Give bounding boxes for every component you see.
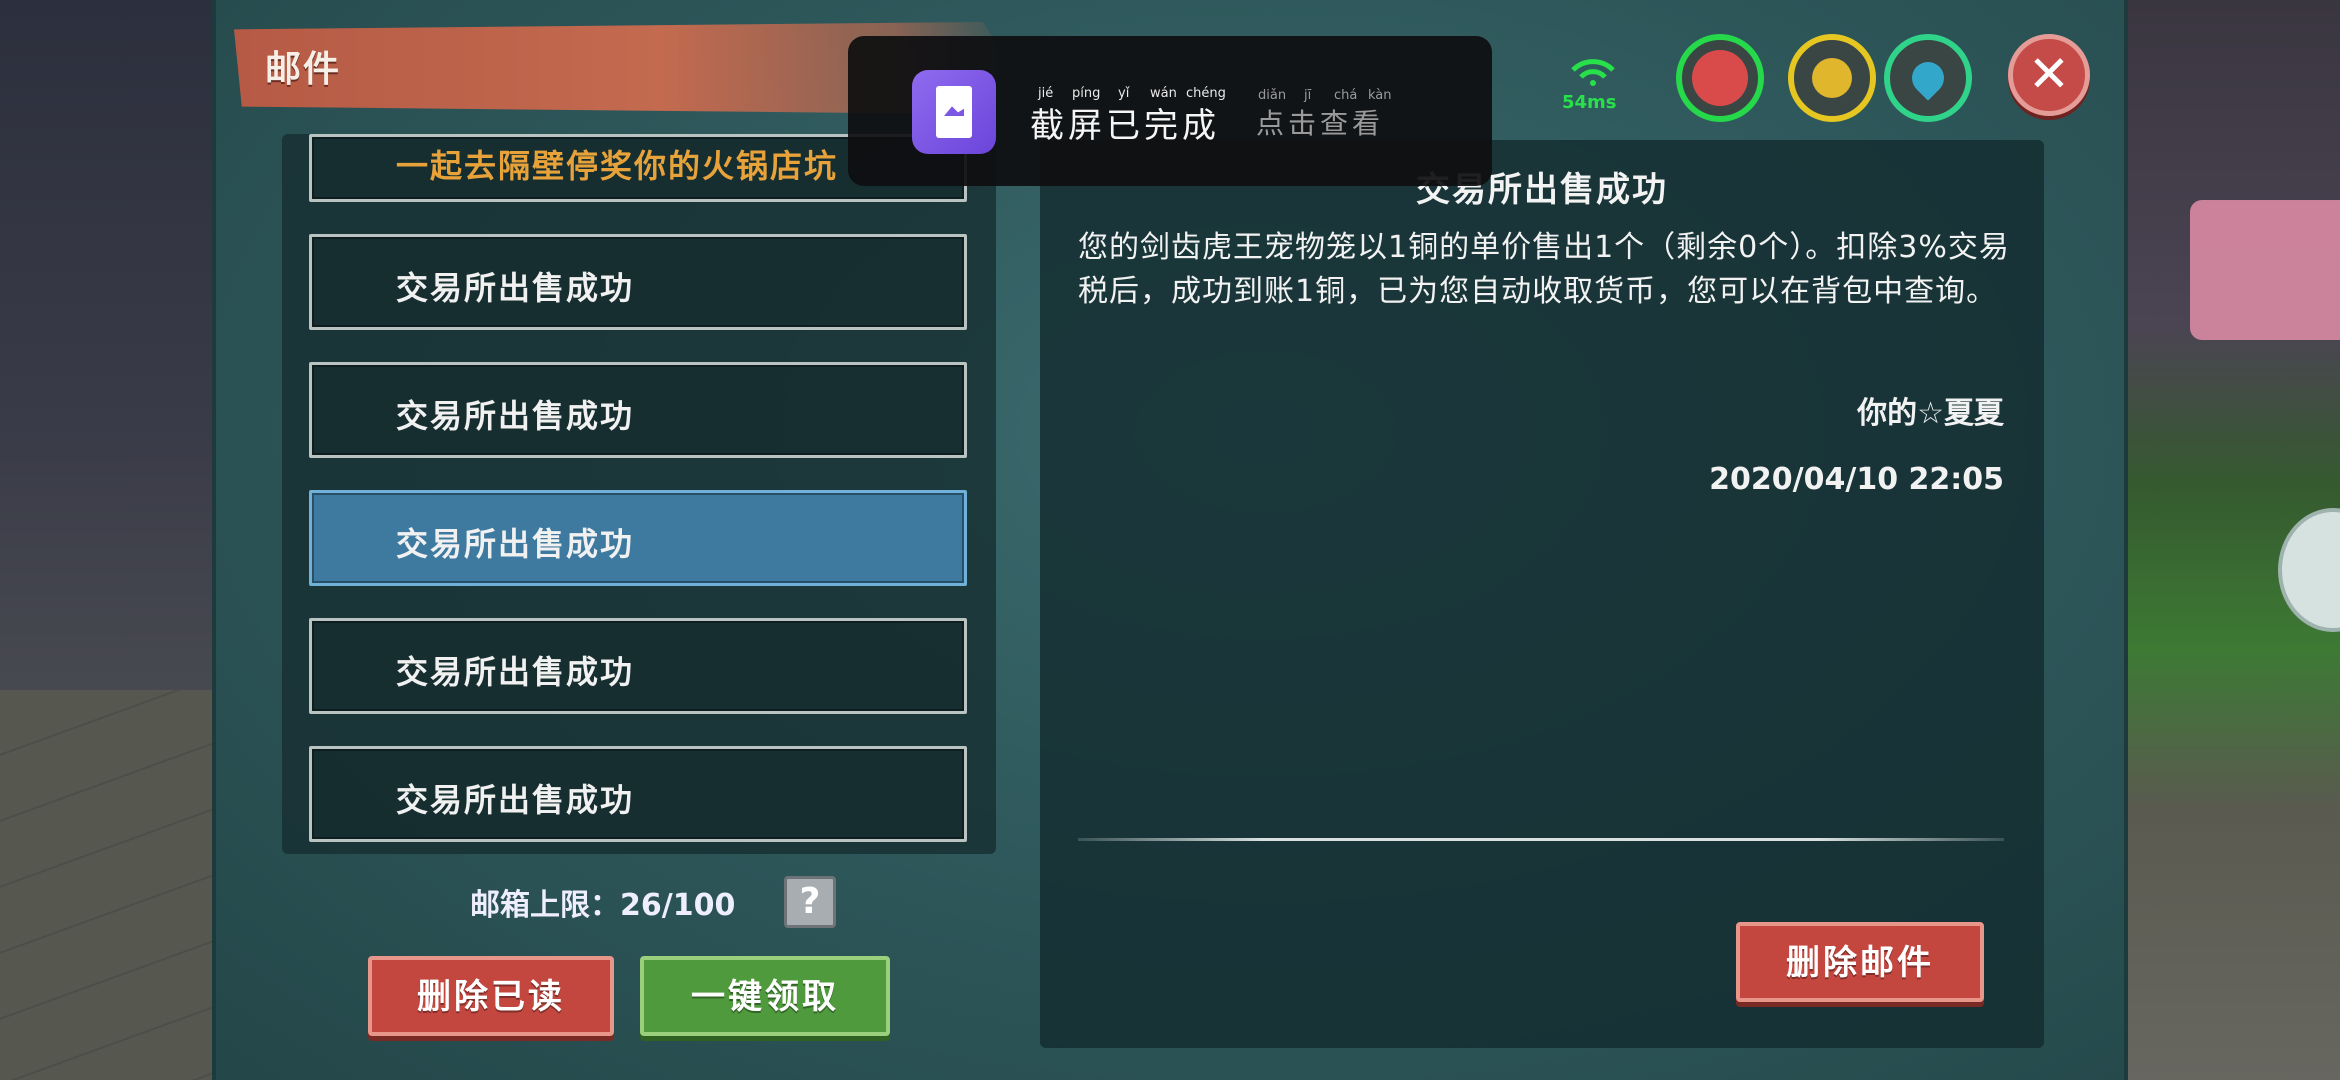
delete-mail-button[interactable]: 删除邮件 (1736, 922, 1984, 1002)
pinyin-7: jī (1304, 88, 1312, 103)
mail-sender: 你的☆夏夏 (1857, 396, 2004, 431)
ping-readout: 54ms (1562, 92, 1617, 113)
banana-icon (1812, 58, 1852, 98)
mail-list-item[interactable]: 交易所出售成功 (309, 618, 967, 714)
delete-read-button[interactable]: 删除已读 (368, 956, 614, 1036)
health-ring[interactable] (1676, 34, 1764, 122)
mail-item-label: 交易所出售成功 (396, 269, 635, 307)
mail-item-label: 交易所出售成功 (396, 525, 635, 563)
background-bunny-building (2190, 200, 2340, 340)
claim-all-button[interactable]: 一键领取 (640, 956, 890, 1036)
mail-list-item-selected[interactable]: 交易所出售成功 (309, 490, 967, 586)
pinyin-9: kàn (1368, 88, 1392, 103)
pinyin-6: diǎn (1258, 88, 1287, 103)
mail-date: 2020/04/10 22:05 (1709, 462, 2004, 497)
pinyin-8: chá (1334, 88, 1358, 103)
mail-item-label: 交易所出售成功 (396, 653, 635, 691)
tap-to-view-text: 点击查看 (1256, 107, 1385, 140)
mailbox-quota: 邮箱上限：26/100 (470, 888, 736, 923)
mail-item-label: 交易所出售成功 (396, 397, 635, 435)
mail-item-label: 交易所出售成功 (396, 781, 635, 819)
thirst-ring[interactable] (1884, 34, 1972, 122)
mail-item-label: 一起去隔壁停奖你的火锅店坑 (396, 147, 839, 185)
window-title: 邮件 (265, 49, 342, 90)
hunger-ring[interactable] (1788, 34, 1876, 122)
close-icon[interactable]: ✕ (2008, 34, 2090, 116)
screenshot-done-text: 截屏已完成 (1030, 106, 1220, 146)
heart-icon (1692, 50, 1748, 106)
water-drop-icon (1905, 55, 1951, 101)
mail-list-item[interactable]: 交易所出售成功 (309, 746, 967, 842)
detail-divider (1078, 838, 2004, 841)
wifi-icon (1571, 59, 1615, 86)
mail-detail-body: 您的剑齿虎王宠物笼以1铜的单价售出1个（剩余0个）。扣除3%交易税后，成功到账1… (1078, 230, 2010, 309)
background-left-floor (0, 690, 215, 1080)
screenshot-icon (912, 70, 996, 154)
help-button[interactable]: ? (784, 876, 836, 928)
mail-list-item[interactable]: 交易所出售成功 (309, 234, 967, 330)
mail-list-item[interactable]: 交易所出售成功 (309, 362, 967, 458)
